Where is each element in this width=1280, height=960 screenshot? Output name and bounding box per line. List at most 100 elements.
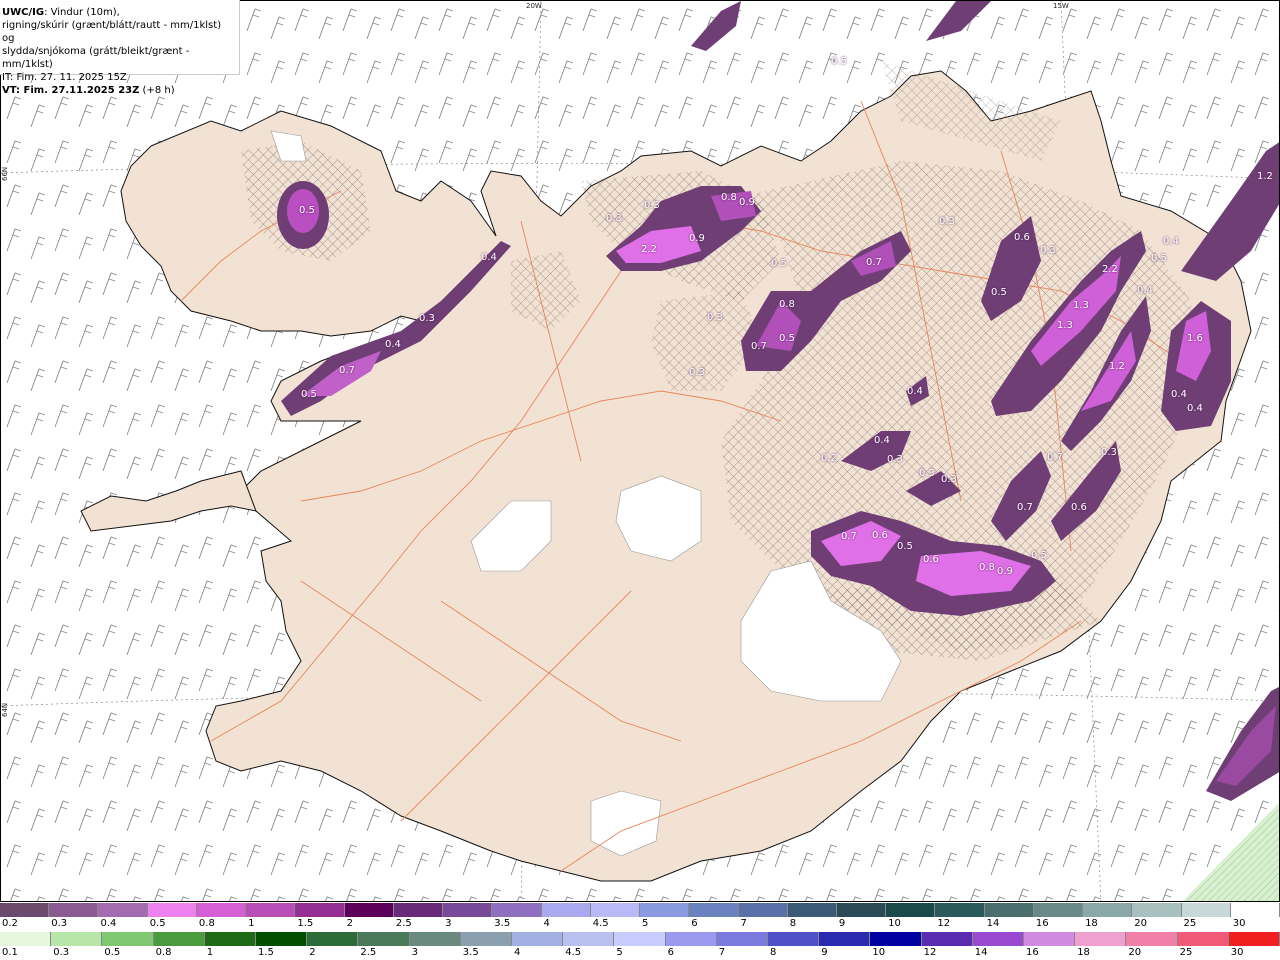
precip-value: 0.6	[923, 554, 939, 565]
legend-swatch	[614, 932, 666, 946]
legend-swatch	[246, 903, 296, 917]
legend-swatch	[665, 932, 717, 946]
precip-value: 0.5	[779, 333, 795, 344]
legend-label: 2	[346, 918, 353, 929]
precip-value: 0.4	[874, 435, 890, 446]
legend-label: 18	[1077, 947, 1090, 958]
legend-swatch	[307, 932, 359, 946]
legend-swatch	[204, 932, 257, 946]
legend-swatch	[295, 903, 345, 917]
legend-label: 6	[691, 918, 698, 929]
precip-value: 0.4	[1163, 236, 1179, 247]
legend-rain-labels: 0.1 0.3 0.5 0.8 1 1.5 2 2.5 3 3.5 4 4.5 5 6 7 8 9 10 12 14 1…	[0, 947, 1280, 959]
legend-swatch	[716, 932, 769, 946]
map-info-box: UWC/IG: Vindur (10m), rigning/skúrir (gr…	[0, 0, 240, 96]
legend-label: 3.5	[494, 918, 511, 929]
legend-label: 1.5	[297, 918, 314, 929]
legend-swatch	[1230, 903, 1280, 917]
precip-value: 0.3	[941, 474, 957, 485]
precip-value: 1.3	[1057, 320, 1073, 331]
precip-value: 0.3	[1040, 245, 1056, 256]
precip-value: 1.2	[1257, 171, 1273, 182]
legend-label: 4.5	[592, 918, 609, 929]
legend-snow-labels: 0.2 0.3 0.4 0.5 0.8 1 1.5 2 2.5 3 3.5 4 4.5 5 6 7 8 9 10 12…	[0, 918, 1280, 930]
info-line-3: slydda/snjókoma (grátt/bleikt/grænt - mm…	[2, 46, 190, 70]
legend-label: 12	[937, 918, 951, 929]
legend-label: 3.5	[462, 947, 479, 958]
legend-swatch	[0, 932, 52, 946]
legend-label: 30	[1232, 918, 1246, 929]
lead-time: (+8 h)	[139, 85, 175, 96]
legend-swatch	[147, 903, 197, 917]
legend-label: 10	[872, 947, 886, 958]
precip-value: 0.4	[1171, 389, 1187, 400]
legend-swatch	[972, 932, 1025, 946]
lat-label-64n: 64N	[1, 702, 9, 717]
precip-value: 0.7	[751, 341, 767, 352]
legend-label: 0.8	[198, 918, 215, 929]
precip-value: 0.4	[385, 339, 401, 350]
legend-swatch	[49, 903, 99, 917]
legend-swatch	[153, 932, 205, 946]
legend-label: 16	[1026, 947, 1039, 958]
legend-label: 0.8	[155, 947, 172, 958]
legend-label: 10	[888, 918, 901, 929]
precip-value: 0.5	[301, 389, 317, 400]
precip-value: 0.7	[339, 365, 355, 376]
info-line-1: UWC/IG: Vindur (10m),	[2, 6, 235, 19]
precip-value: 1.6	[1187, 333, 1203, 344]
legend-label: 12	[923, 947, 937, 958]
legend-swatch	[935, 903, 985, 917]
legend-swatch	[590, 903, 641, 917]
legend-swatch	[1132, 903, 1182, 917]
precip-value: 2.2	[641, 244, 657, 255]
precip-value: 0.8	[779, 299, 795, 310]
legend-swatch	[738, 903, 788, 917]
legend-swatch	[460, 932, 513, 946]
legend-label: 0.2	[2, 918, 18, 929]
legend-label: 7	[740, 918, 747, 929]
precip-value: 0.5	[771, 258, 787, 269]
precip-value: 0.5	[1031, 550, 1047, 561]
precip-value: 0.3	[1101, 447, 1117, 458]
legend-label: 5	[642, 918, 649, 929]
precip-value: 0.7	[866, 257, 882, 268]
legend-label: 1.5	[258, 947, 274, 958]
precip-value: 0.3	[606, 213, 622, 224]
legend-swatch	[393, 903, 444, 917]
legend-swatch	[984, 903, 1034, 917]
legend-swatch	[640, 903, 690, 917]
legend-label: 0.5	[104, 947, 121, 958]
info-title: : Vindur (10m),	[44, 7, 120, 18]
info-line-5: VT: Fim. 27.11.2025 23Z (+8 h)	[2, 84, 235, 97]
legend-swatch	[358, 932, 410, 946]
legend-swatch	[409, 932, 461, 946]
lon-label-15w: 15W	[1053, 2, 1069, 10]
legend-swatch	[1083, 903, 1133, 917]
legend-swatch	[1181, 903, 1231, 917]
legend-swatch	[1075, 932, 1127, 946]
lon-label-20w: 20W	[526, 2, 542, 10]
legend-label: 0.3	[51, 918, 68, 929]
precip-value: 0.3	[419, 313, 435, 324]
precip-value: 0.3	[644, 200, 660, 211]
legend-label: 1	[206, 947, 214, 958]
legend-snow-colorbar	[0, 903, 1280, 917]
legend-label: 9	[838, 918, 846, 929]
precip-value: 0.3	[707, 312, 723, 323]
legend-label: 20	[1134, 918, 1148, 929]
legend-swatch	[819, 932, 871, 946]
legend-swatch	[836, 903, 887, 917]
legend-label: 0.5	[149, 918, 166, 929]
legend-label: 3	[411, 947, 418, 958]
precip-value: 0.5	[831, 56, 847, 67]
legend-swatch	[256, 932, 308, 946]
precip-value: 0.7	[1017, 502, 1033, 513]
legend-swatch	[196, 903, 247, 917]
legend-swatch	[443, 903, 493, 917]
legend-label: 18	[1085, 918, 1098, 929]
legend-label: 4.5	[565, 947, 582, 958]
legend-label: 2	[309, 947, 316, 958]
precip-value: 0.6	[1071, 502, 1087, 513]
legend-swatch	[102, 932, 154, 946]
